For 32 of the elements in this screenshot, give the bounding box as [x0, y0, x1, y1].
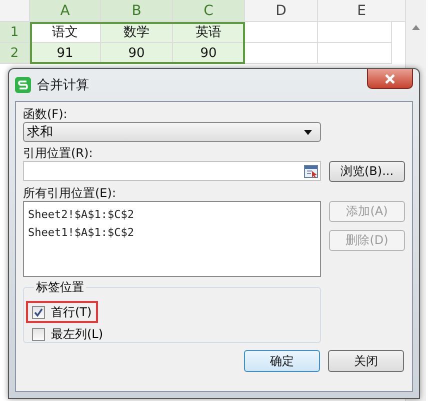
- window-title: 合并计算: [37, 77, 89, 94]
- column-header[interactable]: B: [101, 0, 173, 22]
- checkbox[interactable]: [32, 328, 45, 340]
- checkbox-label[interactable]: 首行(T): [51, 304, 92, 320]
- column-header[interactable]: E: [318, 0, 406, 22]
- reference-field[interactable]: [23, 161, 321, 181]
- function-dropdown[interactable]: 求和: [23, 122, 321, 142]
- table-cell: 数学: [101, 22, 173, 43]
- list-item[interactable]: Sheet2!$A$1:$C$2: [28, 206, 316, 224]
- row-header[interactable]: 1: [0, 22, 30, 43]
- list-item[interactable]: Sheet1!$A$1:$C$2: [28, 224, 316, 242]
- field-label: 引用位置(R):: [23, 145, 94, 161]
- references-list[interactable]: Sheet2!$A$1:$C$2 Sheet1!$A$1:$C$2: [23, 201, 321, 277]
- column-header[interactable]: C: [173, 0, 245, 22]
- scroll-up-arrow-icon[interactable]: [412, 25, 420, 30]
- browse-button[interactable]: 浏览(B)...: [329, 161, 405, 182]
- range-picker-icon[interactable]: [304, 164, 318, 178]
- ok-button[interactable]: 确定: [244, 350, 320, 372]
- checkbox[interactable]: [32, 306, 45, 318]
- checkbox-label[interactable]: 最左列(L): [51, 326, 104, 342]
- app-logo-icon: [15, 77, 31, 93]
- close-button[interactable]: [367, 69, 413, 89]
- row-header[interactable]: 2: [0, 43, 30, 64]
- column-header[interactable]: D: [245, 0, 318, 22]
- field-label: 函数(F):: [23, 106, 68, 122]
- caret-icon: [304, 130, 312, 134]
- table-cell: 90: [101, 43, 173, 64]
- group-title: 标签位置: [34, 279, 86, 296]
- column-header[interactable]: A: [30, 0, 101, 22]
- close-dialog-button[interactable]: 关闭: [328, 350, 404, 372]
- close-icon: [384, 74, 396, 84]
- field-label: 所有引用位置(E):: [23, 185, 117, 201]
